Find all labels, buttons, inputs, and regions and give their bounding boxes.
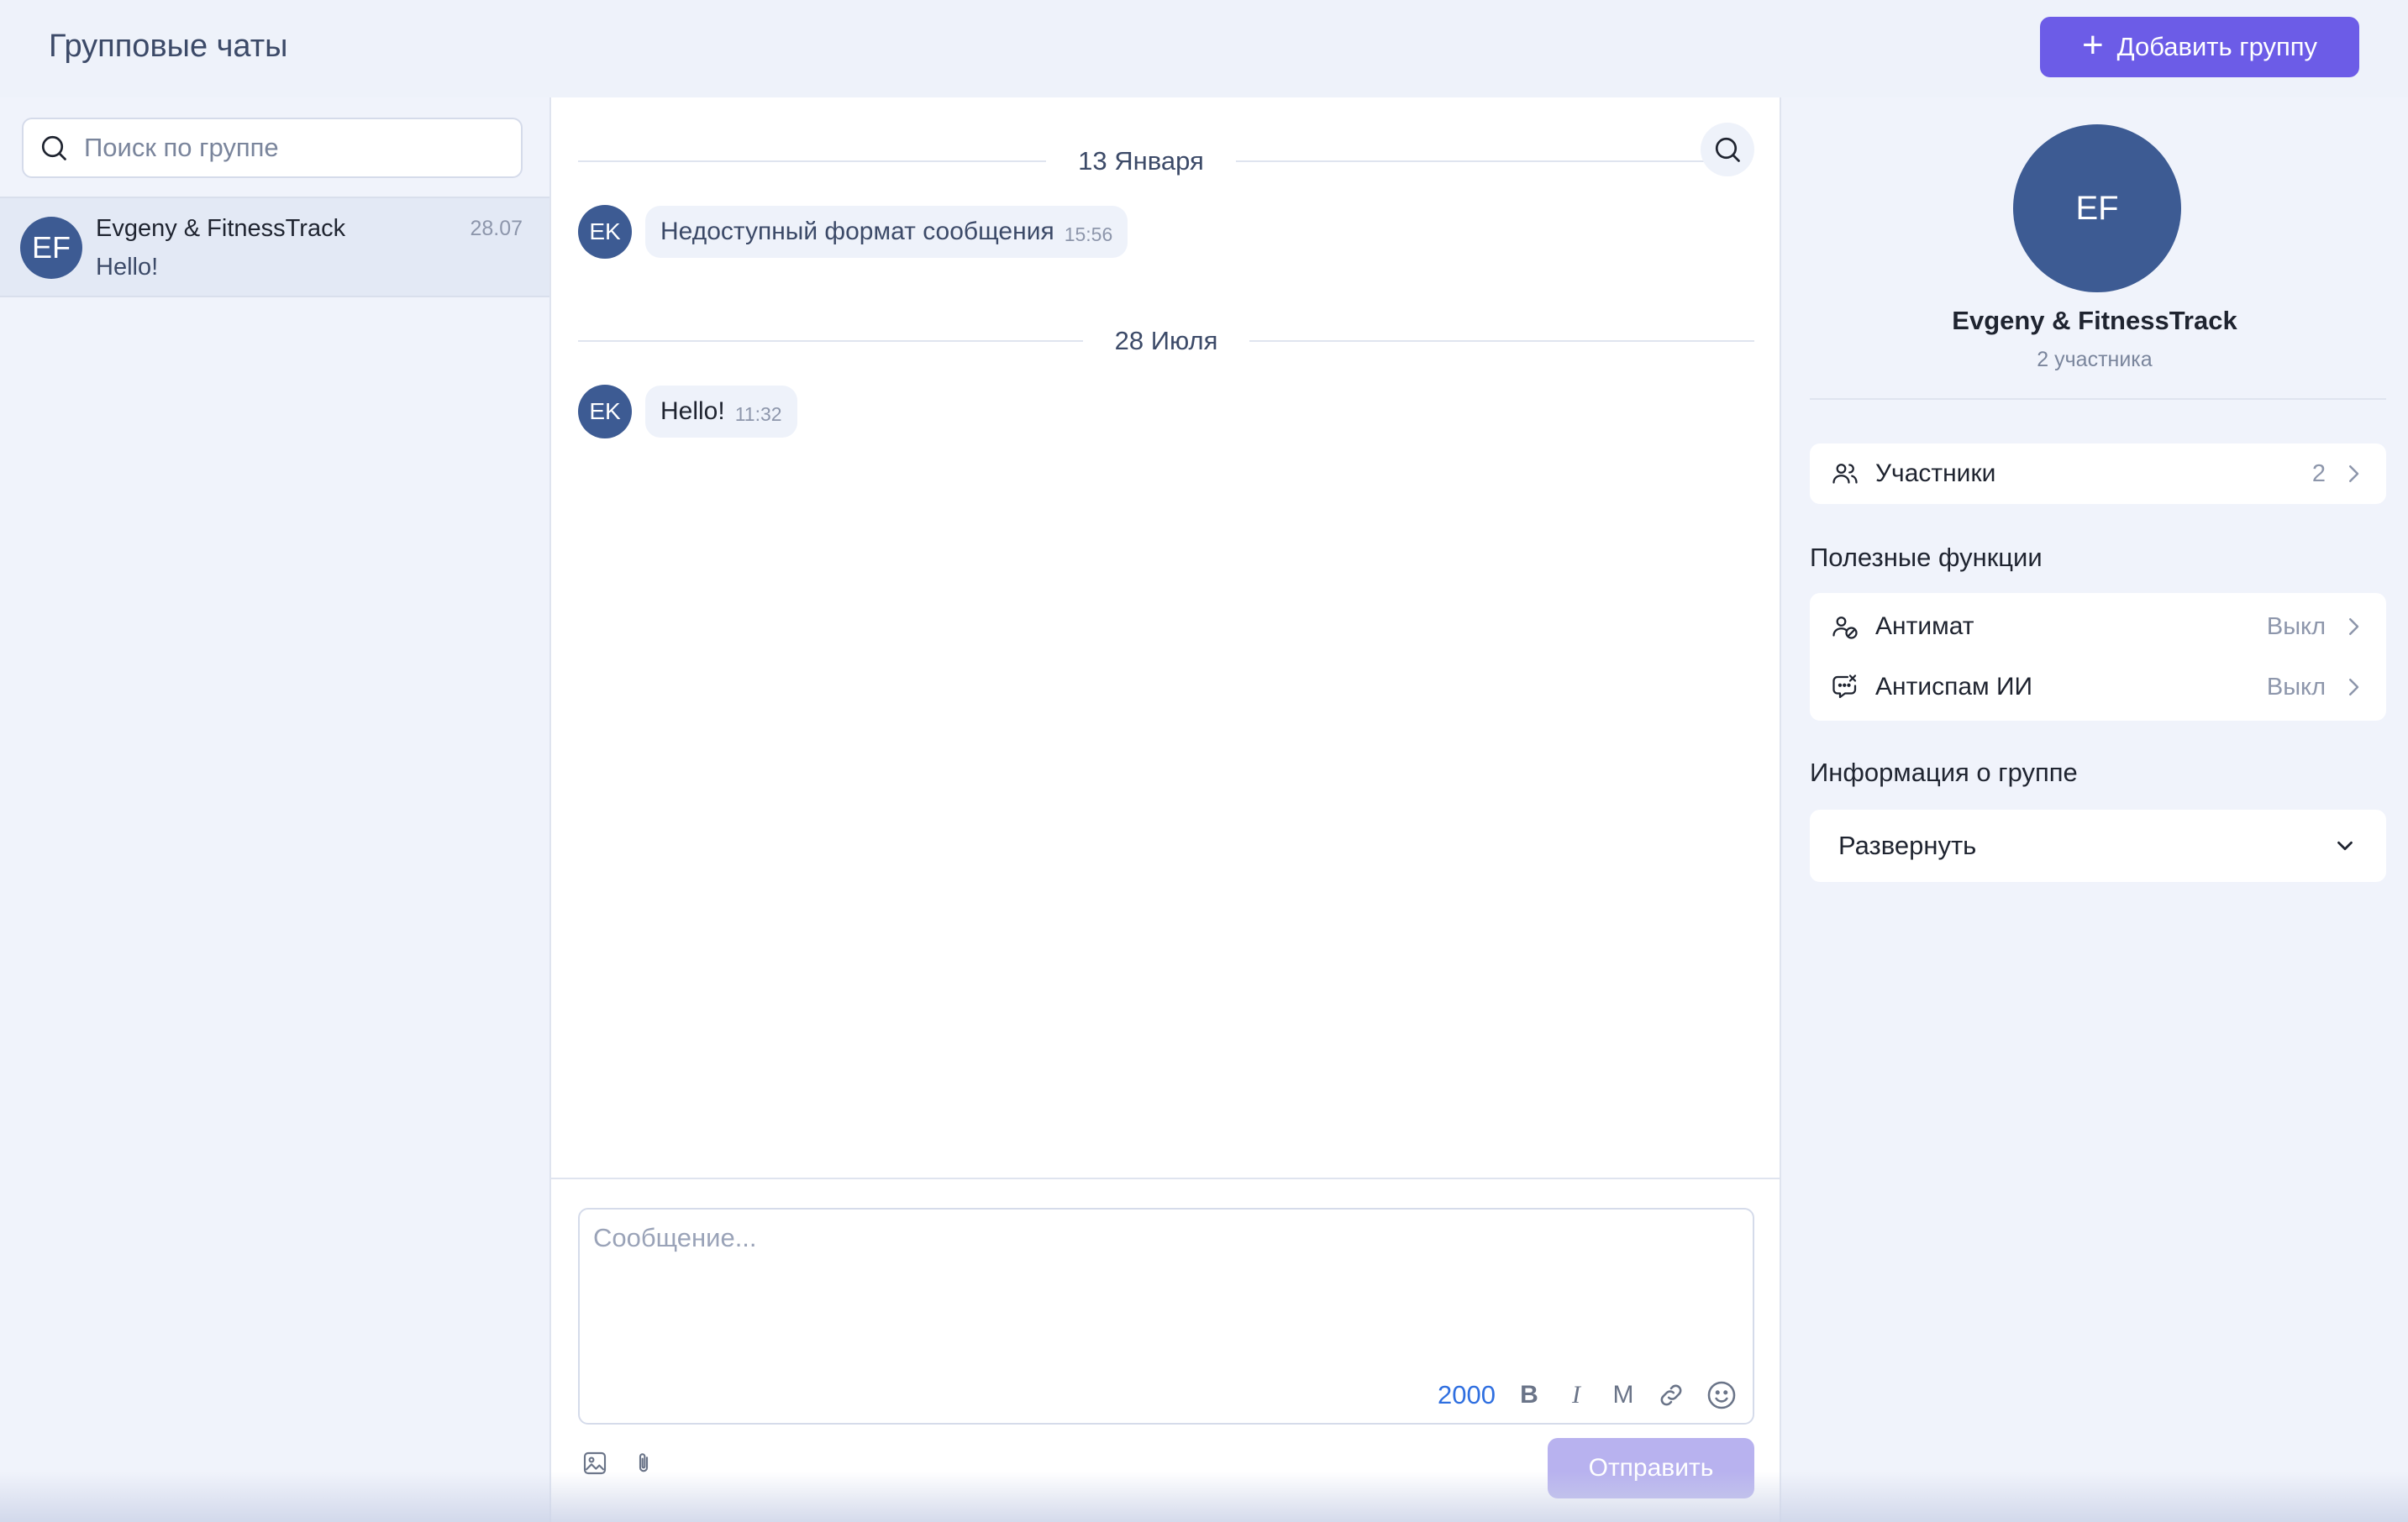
- members-card: Участники 2: [1810, 443, 2386, 504]
- expand-label: Развернуть: [1838, 831, 1977, 860]
- search-input[interactable]: [84, 133, 487, 163]
- expand-info-button[interactable]: Развернуть: [1810, 810, 2386, 882]
- message: EK Hello! 11:32: [578, 385, 797, 438]
- chevron-right-icon: [2349, 618, 2359, 635]
- attach-toolbar: [581, 1450, 657, 1477]
- search-icon: [1715, 137, 1740, 162]
- divider: [1235, 160, 1704, 162]
- chat-date: 28.07: [470, 217, 523, 240]
- paperclip-icon[interactable]: [630, 1450, 657, 1477]
- feature-value: Выкл: [2266, 612, 2326, 640]
- avatar: EK: [578, 205, 632, 259]
- group-avatar: EF: [2013, 124, 2181, 292]
- plus-icon: +: [2081, 24, 2104, 66]
- app-header: Групповые чаты + Добавить группу: [0, 0, 2408, 97]
- message-time: 15:56: [1064, 223, 1113, 245]
- avatar: EF: [20, 217, 82, 279]
- date-label: 13 Января: [1078, 146, 1204, 176]
- group-info-panel: EF Evgeny & FitnessTrack 2 участника Уча…: [1781, 97, 2408, 1522]
- message-input[interactable]: [593, 1223, 1736, 1349]
- message-time: 11:32: [734, 403, 782, 425]
- feature-label: Антимат: [1875, 612, 1974, 640]
- message: EK Недоступный формат сообщения 15:56: [578, 205, 1128, 259]
- chat-list-item[interactable]: EF Evgeny & FitnessTrack 28.07 Hello!: [0, 197, 549, 297]
- group-info-title: Информация о группе: [1810, 758, 2078, 787]
- chat-search-button[interactable]: [1701, 123, 1754, 176]
- avatar: EK: [578, 385, 632, 438]
- send-button[interactable]: Отправить: [1548, 1438, 1754, 1498]
- format-toolbar: 2000 B I M: [1438, 1379, 1738, 1411]
- add-group-label: Добавить группу: [2116, 32, 2318, 61]
- divider: [1810, 398, 2386, 400]
- features-card: Антимат Выкл Антиспам ИИ Выкл: [1810, 593, 2386, 721]
- date-separator: 13 Января: [578, 144, 1754, 178]
- divider: [1249, 340, 1755, 342]
- chat-list-panel: EF Evgeny & FitnessTrack 28.07 Hello!: [0, 97, 549, 1522]
- feature-label: Антиспам ИИ: [1875, 673, 2033, 701]
- antimat-icon: [1832, 617, 1858, 639]
- emoji-icon[interactable]: [1706, 1379, 1738, 1411]
- divider: [578, 160, 1047, 162]
- divider: [578, 340, 1083, 342]
- add-group-button[interactable]: + Добавить группу: [2040, 17, 2359, 77]
- date-separator: 28 Июля: [578, 324, 1755, 358]
- conversation-panel: 13 Января EK Недоступный формат сообщени…: [549, 97, 1781, 1522]
- image-icon[interactable]: [581, 1450, 608, 1477]
- chat-preview: Hello!: [96, 254, 159, 281]
- chat-name: Evgeny & FitnessTrack: [96, 215, 346, 242]
- members-value: 2: [2311, 459, 2326, 487]
- feature-row-antispam[interactable]: Антиспам ИИ Выкл: [1810, 657, 2386, 717]
- message-composer: 2000 B I M: [578, 1208, 1754, 1425]
- date-label: 28 Июля: [1114, 326, 1218, 355]
- useful-features-title: Полезные функции: [1810, 543, 2043, 572]
- users-icon: [1832, 464, 1858, 484]
- page-title: Групповые чаты: [49, 29, 288, 64]
- chevron-right-icon: [2349, 465, 2359, 482]
- italic-button[interactable]: I: [1563, 1381, 1590, 1409]
- search-icon: [41, 135, 66, 160]
- link-icon[interactable]: [1657, 1381, 1685, 1409]
- message-bubble[interactable]: Недоступный формат сообщения 15:56: [645, 206, 1128, 258]
- char-counter: 2000: [1438, 1380, 1496, 1409]
- antispam-icon: [1832, 674, 1857, 699]
- group-name: Evgeny & FitnessTrack: [1952, 306, 2237, 335]
- feature-row-antimat[interactable]: Антимат Выкл: [1810, 596, 2386, 657]
- message-bubble[interactable]: Hello! 11:32: [645, 386, 797, 438]
- members-label: Участники: [1875, 459, 1996, 487]
- members-count: 2 участника: [2037, 348, 2153, 371]
- bold-button[interactable]: B: [1516, 1381, 1543, 1409]
- group-search[interactable]: [22, 118, 523, 178]
- chevron-down-icon: [2337, 841, 2353, 851]
- divider: [551, 1178, 1780, 1179]
- message-text: Недоступный формат сообщения: [660, 218, 1054, 245]
- chevron-right-icon: [2349, 679, 2359, 695]
- mono-button[interactable]: M: [1610, 1381, 1637, 1409]
- members-row[interactable]: Участники 2: [1810, 443, 2386, 504]
- feature-value: Выкл: [2266, 673, 2326, 701]
- message-text: Hello!: [660, 397, 725, 425]
